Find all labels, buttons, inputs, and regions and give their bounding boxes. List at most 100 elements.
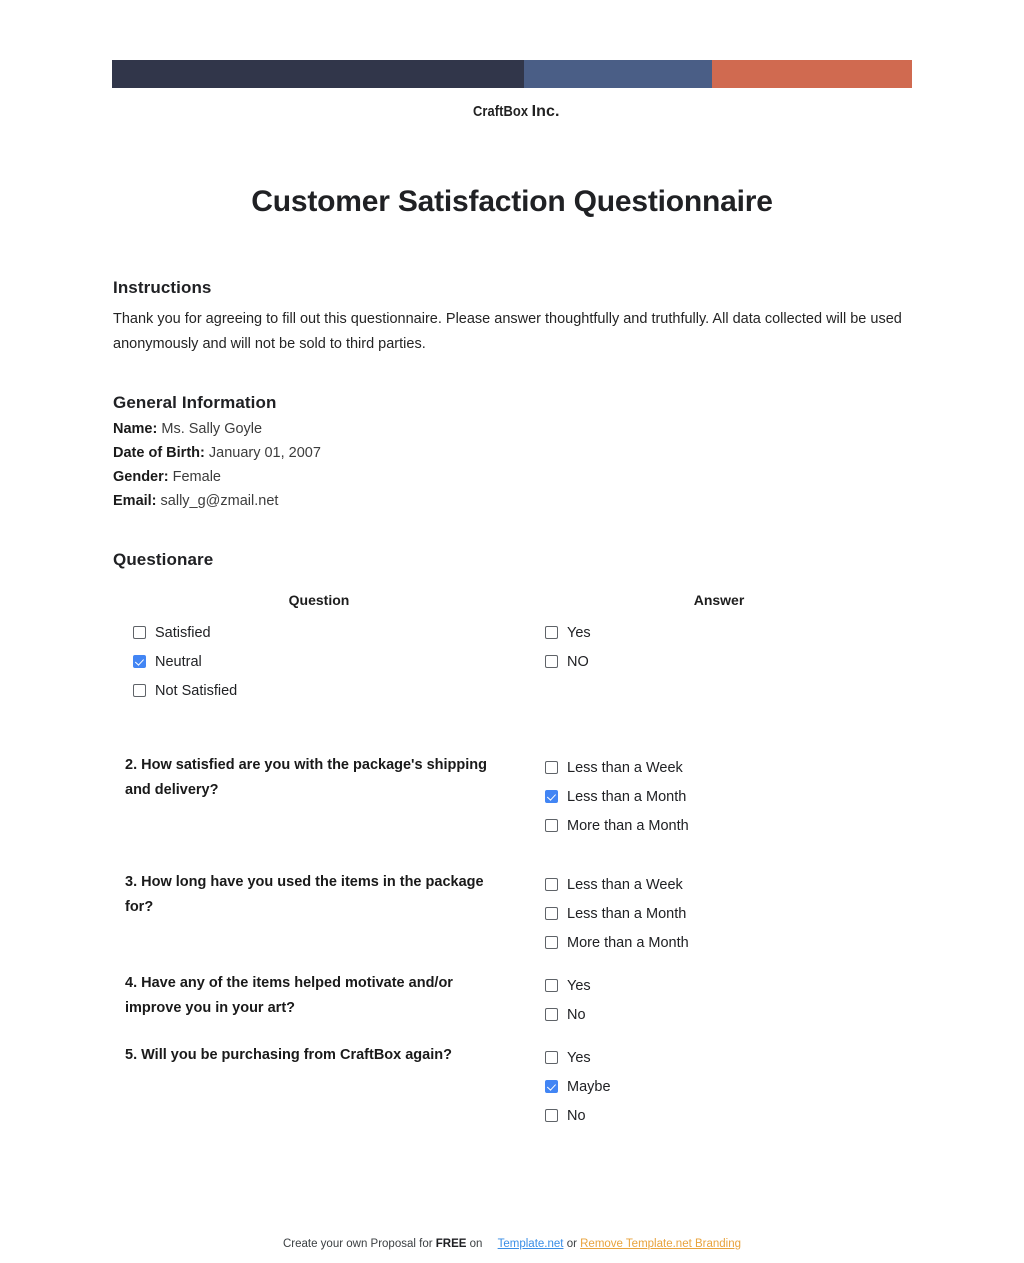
question-options-1: Satisfied Neutral Not Satisfied bbox=[113, 618, 525, 705]
document-body: Instructions Thank you for agreeing to f… bbox=[113, 278, 913, 1130]
question-cell-1: Satisfied Neutral Not Satisfied bbox=[113, 618, 525, 705]
company-name-suffix: Inc. bbox=[531, 103, 560, 120]
checkbox-row-less-than-a-month[interactable]: Less than a Month bbox=[525, 899, 913, 928]
checkbox-icon[interactable] bbox=[133, 626, 146, 639]
field-gender-value: Female bbox=[172, 469, 221, 485]
row-spacer bbox=[113, 840, 913, 870]
question-cell-3: 3. How long have you used the items in t… bbox=[113, 870, 525, 957]
field-gender-label: Gender: bbox=[113, 469, 169, 485]
checkbox-icon[interactable] bbox=[545, 936, 558, 949]
table-row: 4. Have any of the items helped motivate… bbox=[113, 971, 913, 1029]
field-email-label: Email: bbox=[113, 493, 157, 509]
field-name-label: Name: bbox=[113, 421, 158, 437]
checkbox-row-yes[interactable]: Yes bbox=[525, 1043, 913, 1072]
question-text-4: 4. Have any of the items helped motivate… bbox=[125, 975, 453, 1016]
checkbox-row-more-than-a-month[interactable]: More than a Month bbox=[525, 811, 913, 840]
answer-options-5: Yes Maybe No bbox=[525, 1043, 913, 1130]
checkbox-icon[interactable] bbox=[545, 1051, 558, 1064]
checkbox-row-less-than-a-week[interactable]: Less than a Week bbox=[525, 753, 913, 782]
column-header-question: Question bbox=[288, 592, 350, 608]
checkbox-row-no[interactable]: No bbox=[525, 1101, 913, 1130]
checkbox-row-maybe[interactable]: Maybe bbox=[525, 1072, 913, 1101]
general-information-section: General Information Name: Ms. Sally Goyl… bbox=[113, 393, 913, 513]
checkbox-row-less-than-a-week[interactable]: Less than a Week bbox=[525, 870, 913, 899]
question-cell-5: 5. Will you be purchasing from CraftBox … bbox=[113, 1043, 525, 1130]
checkbox-icon[interactable] bbox=[545, 626, 558, 639]
brand-bar-segment-dark bbox=[112, 60, 524, 88]
checkbox-row-yes[interactable]: Yes bbox=[525, 618, 913, 647]
checkbox-checked-icon[interactable] bbox=[133, 655, 146, 668]
footer-on-label: on bbox=[469, 1238, 483, 1250]
questionnaire-heading: Questionare bbox=[113, 550, 214, 569]
field-date-of-birth: Date of Birth: January 01, 2007 bbox=[113, 441, 913, 465]
table-row: 3. How long have you used the items in t… bbox=[113, 870, 913, 957]
template-net-link[interactable]: Template.net bbox=[498, 1238, 564, 1250]
question-text-3: 3. How long have you used the items in t… bbox=[125, 874, 484, 915]
field-email: Email: sally_g@zmail.net bbox=[113, 489, 913, 513]
checkbox-row-more-than-a-month[interactable]: More than a Month bbox=[525, 928, 913, 957]
checkbox-icon[interactable] bbox=[545, 761, 558, 774]
brand-color-bar bbox=[112, 60, 912, 88]
checkbox-icon[interactable] bbox=[545, 1008, 558, 1021]
column-header-answer: Answer bbox=[693, 592, 745, 608]
row-spacer bbox=[113, 705, 913, 753]
answer-options-1: Yes NO bbox=[525, 618, 913, 676]
question-text-5: 5. Will you be purchasing from CraftBox … bbox=[125, 1047, 452, 1063]
footer-branding: Create your own Proposal for FREE on Tem… bbox=[0, 1238, 1024, 1250]
answer-options-3: Less than a Week Less than a Month More … bbox=[525, 870, 913, 957]
checkbox-label: More than a Month bbox=[567, 934, 689, 951]
checkbox-icon[interactable] bbox=[133, 684, 146, 697]
checkbox-label: Yes bbox=[567, 624, 591, 641]
question-cell-4: 4. Have any of the items helped motivate… bbox=[113, 971, 525, 1029]
checkbox-row-no[interactable]: NO bbox=[525, 647, 913, 676]
footer-prefix: Create your own Proposal for bbox=[282, 1238, 433, 1250]
company-name: CraftBox Inc. bbox=[112, 103, 912, 121]
checkbox-icon[interactable] bbox=[545, 1109, 558, 1122]
checkbox-checked-icon[interactable] bbox=[545, 1080, 558, 1093]
checkbox-label: Neutral bbox=[155, 653, 202, 670]
checkbox-row-less-than-a-month[interactable]: Less than a Month bbox=[525, 782, 913, 811]
checkbox-row-neutral[interactable]: Neutral bbox=[113, 647, 525, 676]
checkbox-label: Maybe bbox=[567, 1078, 611, 1095]
brand-bar-segment-blue bbox=[524, 60, 712, 88]
checkbox-icon[interactable] bbox=[545, 819, 558, 832]
questionnaire-section: Questionare Question Answer Satisfied Ne… bbox=[113, 550, 913, 1130]
checkbox-label: No bbox=[567, 1107, 586, 1124]
general-information-heading: General Information bbox=[113, 393, 277, 412]
row-spacer bbox=[113, 1029, 913, 1043]
checkbox-icon[interactable] bbox=[545, 878, 558, 891]
answer-cell-5: Yes Maybe No bbox=[525, 1043, 913, 1130]
remove-branding-link[interactable]: Remove Template.net Branding bbox=[580, 1238, 741, 1250]
question-cell-2: 2. How satisfied are you with the packag… bbox=[113, 753, 525, 840]
checkbox-row-satisfied[interactable]: Satisfied bbox=[113, 618, 525, 647]
checkbox-label: Less than a Month bbox=[567, 788, 687, 805]
instructions-heading: Instructions bbox=[113, 278, 212, 297]
table-header-row: Question Answer bbox=[113, 592, 913, 618]
questionnaire-table: Question Answer Satisfied Neutral Not Sa… bbox=[113, 592, 913, 1130]
checkbox-label: Yes bbox=[567, 977, 591, 994]
answer-cell-4: Yes No bbox=[525, 971, 913, 1029]
checkbox-icon[interactable] bbox=[545, 979, 558, 992]
checkbox-icon[interactable] bbox=[545, 907, 558, 920]
field-name-value: Ms. Sally Goyle bbox=[161, 421, 263, 437]
checkbox-icon[interactable] bbox=[545, 655, 558, 668]
brand-bar-segment-orange bbox=[712, 60, 912, 88]
answer-cell-2: Less than a Week Less than a Month More … bbox=[525, 753, 913, 840]
field-date-of-birth-value: January 01, 2007 bbox=[208, 445, 321, 461]
question-text-2: 2. How satisfied are you with the packag… bbox=[125, 757, 488, 798]
checkbox-row-not-satisfied[interactable]: Not Satisfied bbox=[113, 676, 525, 705]
table-row: Satisfied Neutral Not Satisfied Yes NO bbox=[113, 618, 913, 705]
checkbox-label: Less than a Month bbox=[567, 905, 687, 922]
checkbox-row-no[interactable]: No bbox=[525, 1000, 913, 1029]
checkbox-label: Satisfied bbox=[155, 624, 211, 641]
answer-options-4: Yes No bbox=[525, 971, 913, 1029]
field-name: Name: Ms. Sally Goyle bbox=[113, 417, 913, 441]
footer-separator: or bbox=[566, 1238, 577, 1250]
checkbox-label: Less than a Week bbox=[567, 876, 683, 893]
table-row: 5. Will you be purchasing from CraftBox … bbox=[113, 1043, 913, 1130]
checkbox-checked-icon[interactable] bbox=[545, 790, 558, 803]
page-title: Customer Satisfaction Questionnaire bbox=[251, 185, 773, 218]
checkbox-label: Less than a Week bbox=[567, 759, 683, 776]
checkbox-row-yes[interactable]: Yes bbox=[525, 971, 913, 1000]
instructions-text: Thank you for agreeing to fill out this … bbox=[113, 311, 902, 352]
